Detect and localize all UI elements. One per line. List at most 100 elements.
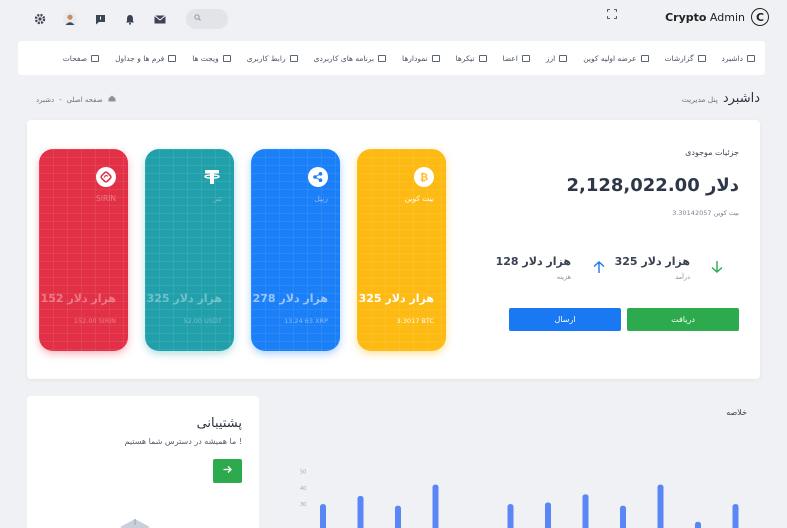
pages-icon	[91, 54, 100, 62]
page-title: داشبرد	[722, 91, 760, 106]
receive-button[interactable]: دریافت	[627, 308, 739, 331]
nav-item-tickers[interactable]: تیکرها	[456, 54, 487, 63]
nav-item-reports[interactable]: گزارشات	[665, 54, 706, 63]
chart-icon	[431, 54, 440, 62]
coin-card-tether[interactable]: تتر 325 هزار دلار 52.00 USDT	[145, 149, 234, 351]
arrow-right-icon	[223, 466, 232, 473]
notification-bell-icon[interactable]	[122, 11, 138, 27]
expense-value: 128 هزار دلار	[495, 255, 571, 268]
code-icon	[478, 54, 487, 62]
coin-name: تتر	[213, 194, 223, 203]
brand[interactable]: Crypto Admin C	[665, 8, 769, 26]
coin-amount: 325 هزار دلار	[146, 292, 222, 305]
toolbar-icons	[32, 9, 228, 29]
chart-bar	[545, 502, 551, 528]
nav-item-ui[interactable]: رابط کاربری	[247, 54, 298, 63]
expense-label: هزینه	[556, 273, 571, 281]
summary-label: خلاصه	[726, 408, 747, 417]
reports-icon	[697, 54, 706, 62]
support-subtitle: ما همیشه در دسترس شما هستیم !	[124, 437, 242, 446]
coin-unit: 52.00 USDT	[183, 317, 222, 325]
dashboard-icon	[747, 54, 755, 62]
chart-bar	[657, 484, 664, 528]
chart-bar	[395, 505, 401, 528]
wallet-label: جزئیات موجودی	[685, 148, 739, 157]
nav-item-ico[interactable]: عرضه اولیه کوین	[583, 54, 649, 63]
main-nav: داشبرد گزارشات عرضه اولیه کوین ارز اعضا …	[18, 41, 765, 75]
ui-icon	[289, 54, 298, 62]
widgets-icon	[222, 54, 231, 62]
breadcrumb-current: دشبرد	[36, 95, 55, 104]
chart-bar	[432, 484, 439, 528]
balance-btc: 3.30142057 بیت کوین	[672, 209, 739, 217]
nav-item-forms-tables[interactable]: فرم ها و جداول	[115, 54, 177, 63]
tether-icon	[202, 167, 222, 187]
ripple-icon	[308, 167, 328, 187]
svg-text:₿: ₿	[420, 172, 428, 184]
sirin-icon	[96, 167, 116, 187]
bitcoin-icon: ₿	[414, 167, 434, 187]
y-tick-label: 30	[300, 502, 306, 508]
coin-name: ریپل	[314, 194, 328, 203]
brand-logo-icon: C	[751, 8, 769, 26]
nav-item-widgets[interactable]: ویجت ها	[192, 54, 231, 63]
chart-bar	[357, 496, 364, 528]
nav-item-members[interactable]: اعضا	[503, 54, 530, 63]
forms-icon	[168, 54, 177, 62]
support-card: پشتیبانی ما همیشه در دسترس شما هستیم !	[27, 396, 259, 528]
coin-name: بیت کوین	[404, 194, 434, 203]
breadcrumb: دشبرد - صفحه اصلی	[36, 95, 116, 104]
support-button[interactable]	[213, 459, 242, 483]
coin-unit: 13.24 63 XRP	[284, 317, 328, 325]
ico-icon	[640, 54, 649, 62]
brand-name: Crypto Admin	[665, 10, 745, 24]
wallet-card: SIRIN 152 هزار دلار 152.00 SIRIN تتر 325…	[27, 120, 760, 379]
search-input[interactable]	[204, 11, 226, 27]
coin-card-sirin[interactable]: SIRIN 152 هزار دلار 152.00 SIRIN	[39, 149, 128, 351]
coin-amount: 152 هزار دلار	[40, 292, 116, 305]
fullscreen-icon[interactable]	[606, 8, 619, 21]
total-balance: 2,128,022.00 دلار	[566, 175, 739, 196]
nav-item-apps[interactable]: برنامه های کاربردی	[314, 54, 387, 63]
coin-card-bitcoin[interactable]: ₿ بیت کوین 325 هزار دلار 3.3017 BTC	[357, 149, 446, 351]
summary-bar-chart: 50 40 30	[300, 470, 739, 528]
coin-unit: 3.3017 BTC	[396, 317, 434, 325]
mail-icon[interactable]	[152, 11, 168, 27]
chat-icon[interactable]	[92, 11, 108, 27]
coin-card-ripple[interactable]: ریپل 278 هزار دلار 13.24 63 XRP	[251, 149, 340, 351]
settings-gear-icon[interactable]	[32, 11, 48, 27]
arrow-down-icon	[710, 260, 724, 277]
home-icon	[108, 95, 116, 104]
currency-icon	[559, 54, 568, 62]
members-icon	[521, 54, 530, 62]
send-button[interactable]: ارسال	[509, 308, 621, 331]
nav-item-pages[interactable]: صفحات	[63, 54, 100, 63]
y-tick-label: 40	[300, 486, 306, 492]
summary-chart: 50 40 30	[290, 450, 760, 528]
top-bar: Crypto Admin C	[0, 0, 787, 36]
search-icon	[194, 14, 201, 21]
nav-item-charts[interactable]: نمودارها	[402, 54, 440, 63]
coin-amount: 325 هزار دلار	[358, 292, 434, 305]
chart-bar	[582, 494, 589, 528]
support-illustration	[120, 517, 150, 528]
breadcrumb-home[interactable]: صفحه اصلی	[67, 96, 103, 104]
breadcrumb-separator: -	[59, 95, 62, 104]
nav-item-currency[interactable]: ارز	[546, 54, 568, 63]
income-label: درآمد	[675, 273, 690, 281]
income-value: 325 هزار دلار	[614, 255, 690, 268]
chart-bar	[695, 521, 701, 528]
support-title: پشتیبانی	[196, 416, 242, 431]
chart-bar	[320, 504, 326, 528]
coin-amount: 278 هزار دلار	[252, 292, 328, 305]
page-header: داشبرد پنل مدیریت	[682, 91, 760, 106]
y-tick-label: 50	[300, 470, 306, 476]
avatar[interactable]	[62, 11, 78, 27]
income-stat: 325 هزار دلار درآمد	[615, 255, 690, 281]
chart-bar	[732, 504, 739, 528]
nav-item-dashboard[interactable]: داشبرد	[722, 54, 755, 63]
search-box[interactable]	[186, 9, 228, 29]
coin-unit: 152.00 SIRIN	[73, 317, 116, 325]
coin-name: SIRIN	[95, 194, 116, 203]
apps-icon	[378, 54, 387, 62]
